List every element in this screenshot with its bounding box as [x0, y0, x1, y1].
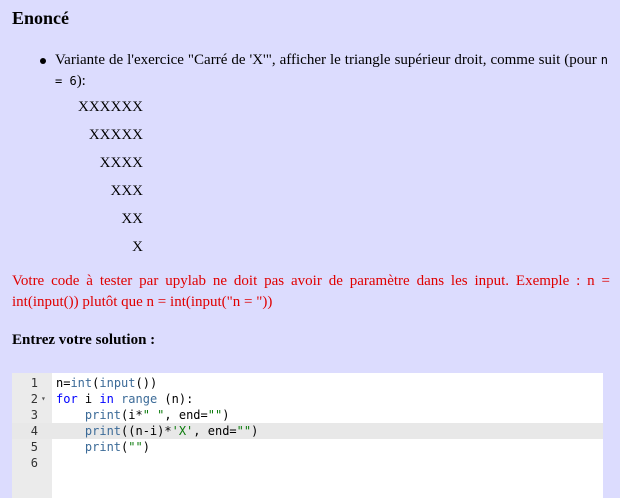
code-line[interactable]: 4 print((n-i)*'X', end="") [12, 423, 603, 439]
code-text[interactable]: for i in range (n): [56, 391, 193, 407]
code-text[interactable]: print((n-i)*'X', end="") [56, 423, 258, 439]
code-line[interactable]: 1 n=int(input()) [12, 375, 603, 391]
description-text: Variante de l'exercice "Carré de 'X'", a… [55, 52, 601, 68]
code-text[interactable]: n=int(input()) [56, 375, 157, 391]
triangle-line: X [132, 239, 143, 255]
triangle-line: XXX [110, 183, 144, 199]
solution-prompt: Entrez votre solution : [12, 332, 156, 348]
code-editor[interactable]: 1 n=int(input()) 2 ▾ for i in range (n): 3 pr… [12, 373, 603, 498]
warning-message: Votre code à tester par upylab ne doit p… [12, 273, 610, 310]
triangle-line: XX [121, 211, 143, 227]
exercise-description: Variante de l'exercice "Carré de 'X'", a… [55, 50, 608, 92]
bullet-marker [40, 58, 46, 64]
code-line[interactable]: 5 print("") [12, 439, 603, 455]
triangle-line: XXXXX [88, 127, 143, 143]
code-text[interactable]: print("") [56, 439, 150, 455]
line-number: 2 [30, 392, 38, 406]
code-line[interactable]: 6 [12, 455, 603, 471]
line-number: 5 [30, 440, 38, 454]
code-line[interactable]: 3 print(i*" ", end="") [12, 407, 603, 423]
code-text[interactable]: print(i*" ", end="") [56, 407, 230, 423]
page-title: Enoncé [12, 8, 70, 28]
line-number: 3 [30, 408, 38, 422]
line-number: 1 [30, 376, 38, 390]
fold-arrow-icon[interactable]: ▾ [41, 391, 46, 407]
line-number: 6 [30, 456, 38, 470]
line-number: 4 [30, 424, 38, 438]
triangle-line: XXXX [99, 155, 143, 171]
triangle-line: XXXXXX [78, 99, 143, 115]
description-text-end: ): [76, 73, 86, 89]
exercise-bullet: Variante de l'exercice "Carré de 'X'", a… [40, 50, 608, 92]
code-line[interactable]: 2 ▾ for i in range (n): [12, 391, 603, 407]
